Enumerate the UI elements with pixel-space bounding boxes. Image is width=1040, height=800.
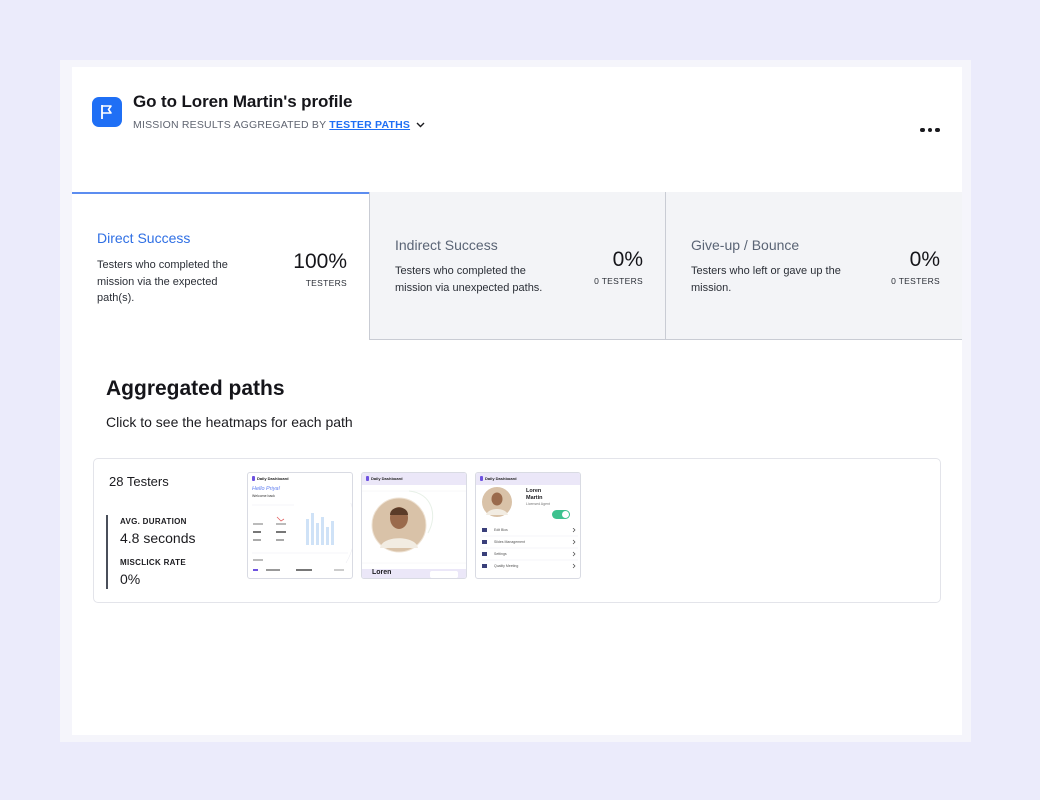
tab-name: Direct Success [97, 230, 191, 246]
tab-description: Testers who completed the mission via un… [395, 265, 543, 294]
profile-first-name: Loren [526, 488, 542, 494]
thumbnail-app-name: Daily Dashboard [371, 476, 403, 481]
section-title: Aggregated paths [106, 377, 285, 400]
dot-icon [927, 127, 933, 133]
logo-icon [366, 476, 369, 481]
availability-toggle [552, 510, 570, 519]
page-title: Go to Loren Martin's profile [133, 92, 353, 111]
tab-value: 0% [909, 248, 940, 271]
menu-item: Slides Management [494, 540, 525, 544]
metrics-divider [106, 515, 108, 589]
path-step-thumbnail[interactable]: Daily Dashboard Loren [361, 472, 467, 579]
tab-direct-success[interactable]: Direct Success Testers who completed the… [72, 192, 369, 340]
tab-give-up-bounce[interactable]: Give-up / Bounce Testers who left or gav… [665, 192, 962, 340]
menu-item: Quality Meeting [494, 564, 519, 568]
flag-icon [92, 97, 122, 127]
logo-icon [252, 476, 255, 481]
tab-value: 100% [293, 250, 347, 273]
tab-name: Indirect Success [395, 237, 498, 253]
section-subtitle: Click to see the heatmaps for each path [106, 414, 353, 430]
profile-last-name: Martin [526, 495, 543, 501]
avatar [482, 487, 512, 517]
dashboard-preview-graphic [252, 503, 352, 571]
path-step-thumbnail[interactable]: Daily Dashboard Hello Priya! Welcome bac… [247, 472, 353, 579]
dot-icon [935, 127, 940, 133]
avg-duration-value: 4.8 seconds [120, 530, 196, 546]
thumbnail-app-name: Daily Dashboard [257, 476, 289, 481]
testers-count: 28 Testers [109, 474, 169, 489]
misclick-rate-value: 0% [120, 571, 141, 587]
aggregation-selector[interactable]: TESTER PATHS [329, 119, 410, 131]
dot-icon [920, 127, 925, 133]
tab-indirect-success[interactable]: Indirect Success Testers who completed t… [369, 192, 665, 340]
aggregation-label: MISSION RESULTS AGGREGATED BY [133, 119, 327, 131]
result-tabs: Direct Success Testers who completed the… [72, 192, 962, 340]
results-card [72, 67, 962, 735]
tab-unit: TESTERS [305, 278, 347, 288]
aggregation-line: MISSION RESULTS AGGREGATED BY TESTER PAT… [133, 119, 425, 131]
tab-unit: 0 TESTERS [594, 276, 643, 286]
thumbnail-greeting: Hello Priya! [252, 486, 281, 492]
tab-name: Give-up / Bounce [691, 237, 800, 253]
tab-description: Testers who completed the mission via th… [97, 259, 228, 304]
misclick-rate-label: MISCLICK RATE [120, 558, 186, 567]
thumbnail-header: Daily Dashboard [366, 476, 403, 481]
path-step-thumbnail[interactable]: Daily Dashboard Loren Martin Licensed Ag… [475, 472, 581, 579]
logo-icon [480, 476, 483, 481]
tab-description: Testers who left or gave up the mission. [691, 265, 841, 294]
tab-value: 0% [612, 248, 643, 271]
thumbnail-app-name: Daily Dashboard [485, 476, 517, 481]
chevron-down-icon[interactable] [416, 122, 425, 128]
menu-item: Edit Bios [494, 528, 508, 532]
more-options-button[interactable] [914, 120, 946, 140]
thumbnail-welcome: Welcome back [252, 494, 275, 498]
profile-role: Licensed Agent [526, 502, 550, 506]
thumbnail-header: Daily Dashboard [252, 476, 289, 481]
thumbnail-profile-name: Loren [372, 569, 392, 576]
menu-item: Settings [494, 552, 507, 556]
profile-photo-graphic [362, 490, 466, 564]
thumbnail-header: Daily Dashboard [480, 476, 517, 481]
thumbnail-button [430, 571, 458, 578]
tab-unit: 0 TESTERS [891, 276, 940, 286]
avg-duration-label: AVG. DURATION [120, 517, 187, 526]
